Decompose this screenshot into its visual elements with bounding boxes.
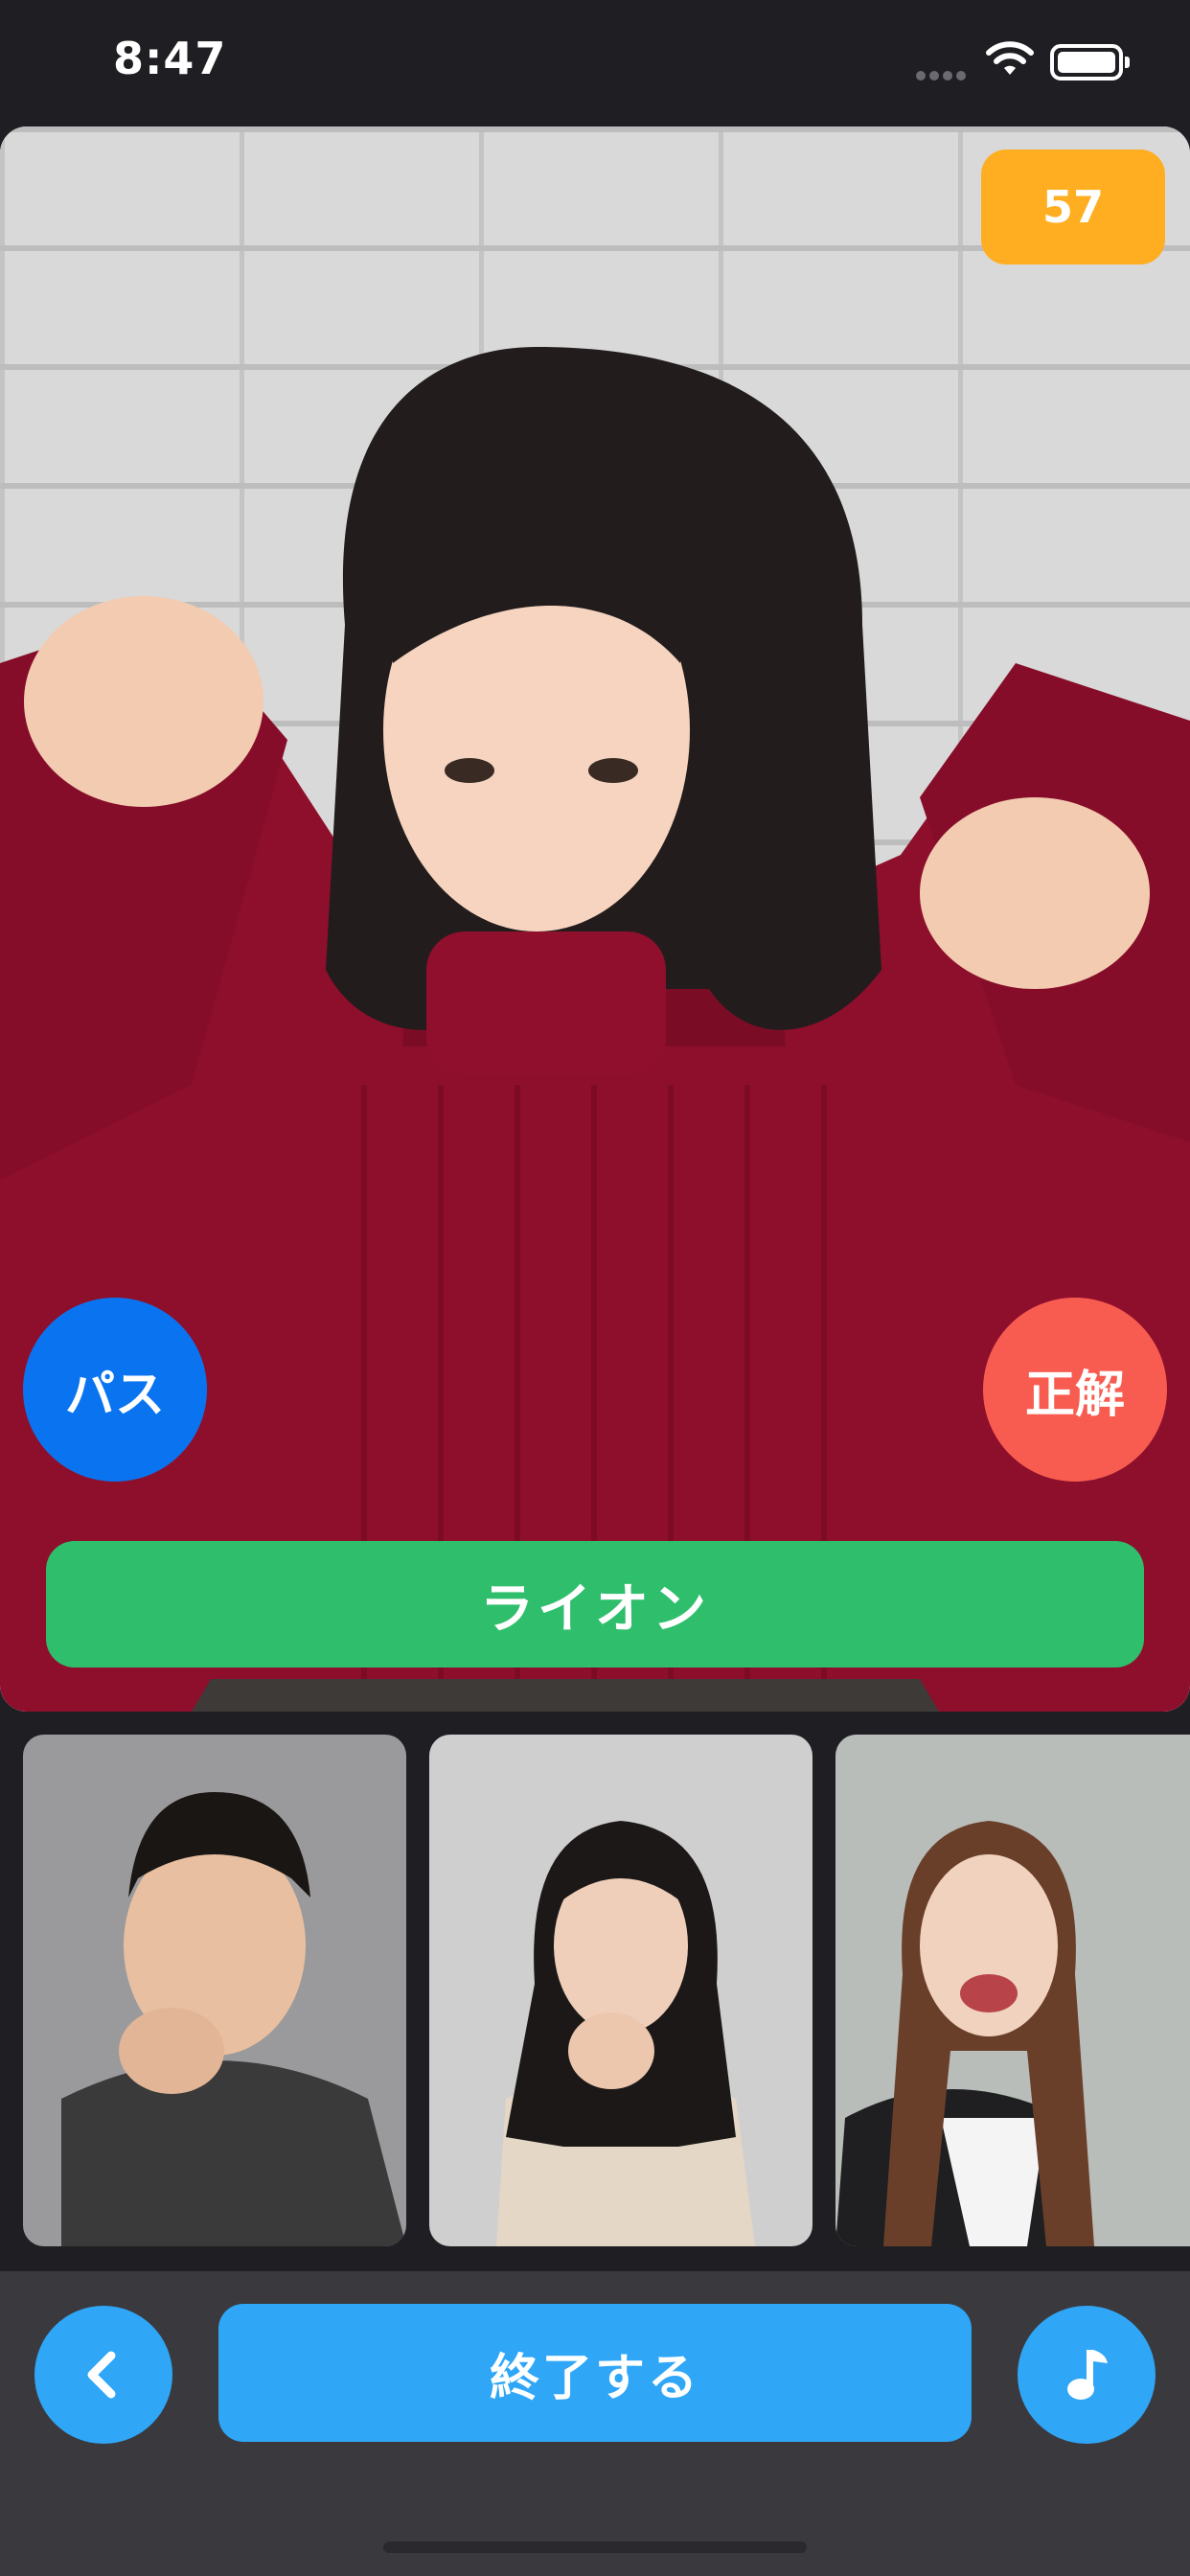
- back-button[interactable]: [34, 2306, 172, 2444]
- answer-word: ライオン: [46, 1541, 1144, 1668]
- woman-claw-pose-photo: [0, 347, 1190, 1712]
- thumbnail-woman-laughing[interactable]: [835, 1735, 1190, 2246]
- finish-button[interactable]: 終了する: [218, 2304, 972, 2442]
- music-note-icon: [1067, 2350, 1108, 2400]
- main-photo-card: 57 パス 正解 ライオン: [0, 126, 1190, 1712]
- timer-badge: 57: [981, 150, 1165, 264]
- signal-icon: [916, 71, 968, 80]
- thumbnail-woman-thinking[interactable]: [429, 1735, 812, 2246]
- home-indicator: [383, 2542, 807, 2553]
- battery-icon: [1050, 44, 1130, 80]
- status-bar: 8:47: [0, 0, 1190, 125]
- pass-button[interactable]: パス: [23, 1298, 207, 1482]
- thumbnail-strip[interactable]: [0, 1735, 1190, 2246]
- music-button[interactable]: [1018, 2306, 1156, 2444]
- chevron-left-icon: [87, 2351, 116, 2399]
- wifi-icon: [986, 41, 1034, 75]
- thumbnail-man-pouting[interactable]: [23, 1735, 406, 2246]
- bottom-toolbar: 終了する: [0, 2271, 1190, 2576]
- correct-button[interactable]: 正解: [983, 1298, 1167, 1482]
- status-time: 8:47: [113, 33, 227, 84]
